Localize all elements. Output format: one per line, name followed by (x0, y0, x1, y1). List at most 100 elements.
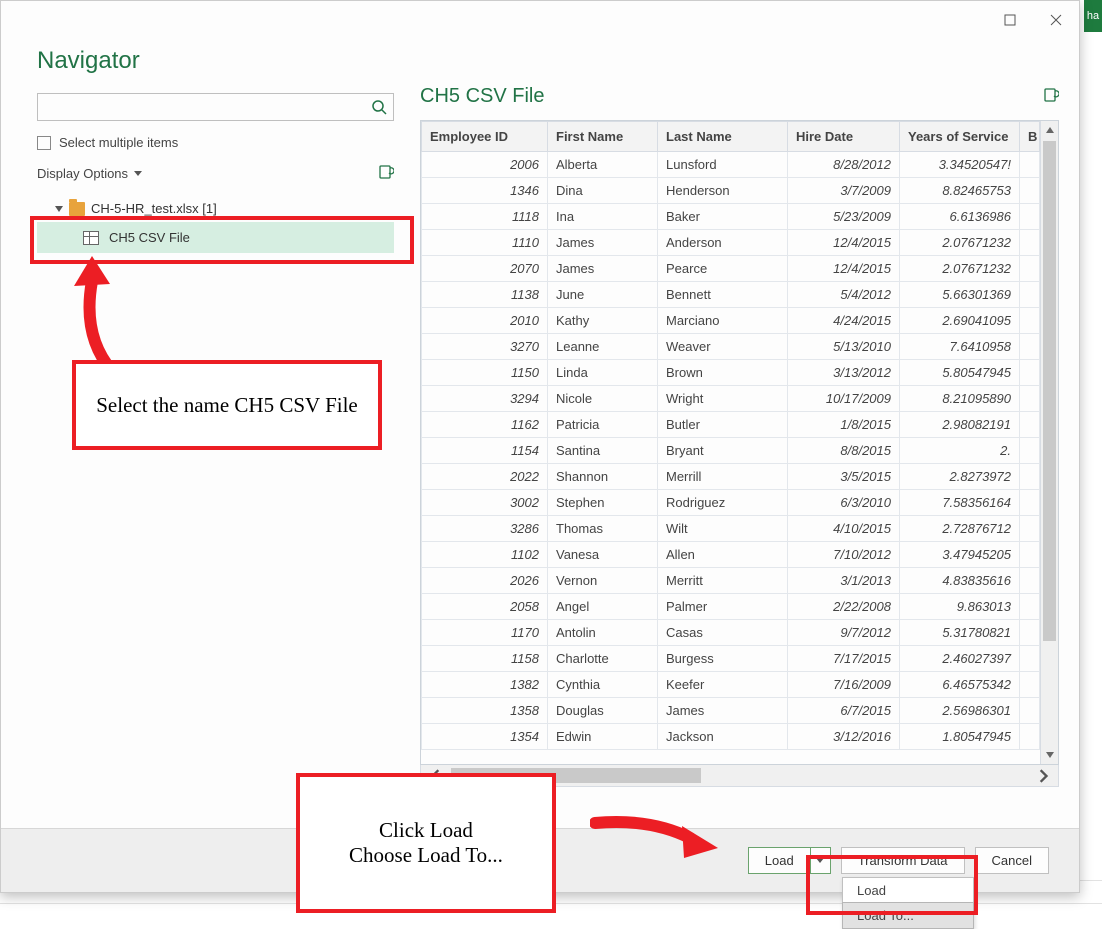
scroll-up-icon[interactable] (1041, 121, 1058, 139)
table-row[interactable]: 2022ShannonMerrill3/5/20152.8273972 (422, 464, 1040, 490)
table-row[interactable]: 1110JamesAnderson12/4/20152.07671232 (422, 230, 1040, 256)
cell: 1162 (422, 412, 548, 438)
titlebar (1, 1, 1079, 37)
cell: 7/17/2015 (788, 646, 900, 672)
cell (1020, 438, 1040, 464)
transform-data-button[interactable]: Transform Data (841, 847, 965, 874)
close-button[interactable] (1033, 5, 1079, 35)
table-row[interactable]: 3286ThomasWilt4/10/20152.72876712 (422, 516, 1040, 542)
table-row[interactable]: 2006AlbertaLunsford8/28/20123.34520547! (422, 152, 1040, 178)
load-dropdown-toggle[interactable] (811, 847, 831, 874)
cell: Burgess (658, 646, 788, 672)
cell: Santina (548, 438, 658, 464)
cell: Butler (658, 412, 788, 438)
column-header[interactable]: Hire Date (788, 122, 900, 152)
table-row[interactable]: 3270LeanneWeaver5/13/20107.6410958 (422, 334, 1040, 360)
table-row[interactable]: 1158CharlotteBurgess7/17/20152.46027397 (422, 646, 1040, 672)
tree-file-node[interactable]: CH-5-HR_test.xlsx [1] (37, 197, 394, 220)
cell: 7/16/2009 (788, 672, 900, 698)
cell: 1346 (422, 178, 548, 204)
table-row[interactable]: 3002StephenRodriguez6/3/20107.58356164 (422, 490, 1040, 516)
table-row[interactable]: 1162PatriciaButler1/8/20152.98082191 (422, 412, 1040, 438)
select-multiple-row[interactable]: Select multiple items (37, 135, 394, 150)
cell: 3/7/2009 (788, 178, 900, 204)
select-multiple-label: Select multiple items (59, 135, 178, 150)
cell: Bryant (658, 438, 788, 464)
cell: Merrill (658, 464, 788, 490)
cell: 4.83835616 (900, 568, 1020, 594)
cell (1020, 256, 1040, 282)
cell: 8/28/2012 (788, 152, 900, 178)
column-header[interactable]: B (1020, 122, 1040, 152)
cell (1020, 178, 1040, 204)
search-icon[interactable] (365, 94, 393, 120)
cell: 9/7/2012 (788, 620, 900, 646)
cell (1020, 542, 1040, 568)
cell: Lunsford (658, 152, 788, 178)
search-box[interactable] (37, 93, 394, 121)
scrollbar-thumb[interactable] (1043, 141, 1056, 641)
cell: Alberta (548, 152, 658, 178)
preview-refresh-icon[interactable] (1043, 87, 1059, 106)
column-header[interactable]: Employee ID (422, 122, 548, 152)
cell (1020, 334, 1040, 360)
scroll-down-icon[interactable] (1041, 746, 1058, 764)
table-row[interactable]: 3294NicoleWright10/17/20098.21095890 (422, 386, 1040, 412)
cell: 5.80547945 (900, 360, 1020, 386)
background-ribbon-fragment: ha (1084, 0, 1102, 32)
cell: 12/4/2015 (788, 230, 900, 256)
cell: 4/10/2015 (788, 516, 900, 542)
column-header[interactable]: First Name (548, 122, 658, 152)
table-row[interactable]: 1118InaBaker5/23/20096.6136986 (422, 204, 1040, 230)
table-row[interactable]: 1382CynthiaKeefer7/16/20096.46575342 (422, 672, 1040, 698)
table-row[interactable]: 1102VanesaAllen7/10/20123.47945205 (422, 542, 1040, 568)
cell: 1150 (422, 360, 548, 386)
cancel-button[interactable]: Cancel (975, 847, 1049, 874)
load-split-button[interactable]: Load (748, 847, 831, 874)
cell: Angel (548, 594, 658, 620)
cell: 2010 (422, 308, 548, 334)
scroll-right-icon[interactable] (1028, 765, 1058, 786)
table-row[interactable]: 2010KathyMarciano4/24/20152.69041095 (422, 308, 1040, 334)
cell: Kathy (548, 308, 658, 334)
column-header[interactable]: Last Name (658, 122, 788, 152)
table-row[interactable]: 1354EdwinJackson3/12/20161.80547945 (422, 724, 1040, 750)
table-icon (83, 231, 99, 245)
cell: Vanesa (548, 542, 658, 568)
cell: Edwin (548, 724, 658, 750)
menu-item-load-to[interactable]: Load To... (842, 902, 974, 929)
cell: Stephen (548, 490, 658, 516)
table-row[interactable]: 2070JamesPearce12/4/20152.07671232 (422, 256, 1040, 282)
tree-table-node[interactable]: CH5 CSV File (37, 222, 394, 253)
cell: 1102 (422, 542, 548, 568)
checkbox-icon[interactable] (37, 136, 51, 150)
table-row[interactable]: 1154SantinaBryant8/8/20152. (422, 438, 1040, 464)
cell: 1110 (422, 230, 548, 256)
load-button[interactable]: Load (748, 847, 811, 874)
table-row[interactable]: 2026VernonMerritt3/1/20134.83835616 (422, 568, 1040, 594)
cell: Brown (658, 360, 788, 386)
display-options-dropdown[interactable]: Display Options (37, 166, 142, 181)
cell: James (658, 698, 788, 724)
tree-table-label: CH5 CSV File (109, 230, 190, 245)
menu-item-load[interactable]: Load (843, 878, 973, 903)
search-input[interactable] (38, 100, 365, 115)
table-row[interactable]: 1170AntolinCasas9/7/20125.31780821 (422, 620, 1040, 646)
maximize-button[interactable] (987, 5, 1033, 35)
refresh-icon[interactable] (378, 164, 394, 183)
column-header[interactable]: Years of Service (900, 122, 1020, 152)
table-row[interactable]: 2058AngelPalmer2/22/20089.863013 (422, 594, 1040, 620)
cell: Allen (658, 542, 788, 568)
cell: 5/13/2010 (788, 334, 900, 360)
cell: 8.82465753 (900, 178, 1020, 204)
cell: Merritt (658, 568, 788, 594)
table-row[interactable]: 1150LindaBrown3/13/20125.80547945 (422, 360, 1040, 386)
cell (1020, 464, 1040, 490)
table-row[interactable]: 1358DouglasJames6/7/20152.56986301 (422, 698, 1040, 724)
table-row[interactable]: 1138JuneBennett5/4/20125.66301369 (422, 282, 1040, 308)
cell: June (548, 282, 658, 308)
cell: Pearce (658, 256, 788, 282)
cell: Patricia (548, 412, 658, 438)
table-row[interactable]: 1346DinaHenderson3/7/20098.82465753 (422, 178, 1040, 204)
vertical-scrollbar[interactable] (1040, 121, 1058, 764)
